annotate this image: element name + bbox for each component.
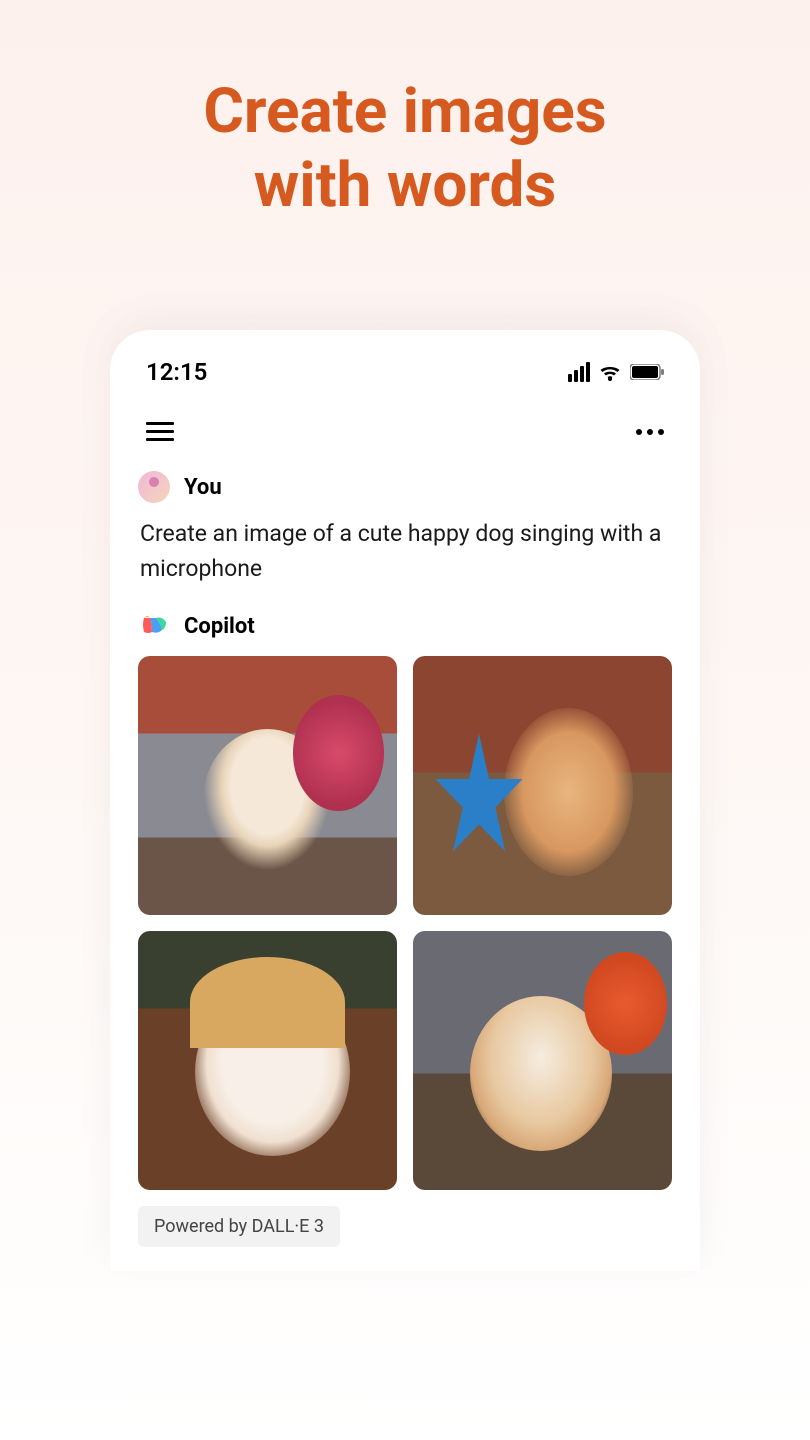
more-options-icon[interactable] <box>636 429 664 435</box>
copilot-logo-icon <box>138 610 170 642</box>
nav-bar <box>138 410 672 471</box>
status-time: 12:15 <box>146 358 207 386</box>
phone-mockup: 12:15 <box>110 330 700 1271</box>
generated-image-grid <box>138 656 672 1190</box>
assistant-message: Copilot Powered by DALL·E 3 <box>138 610 672 1247</box>
headline-line2: with words <box>0 149 810 223</box>
cellular-signal-icon <box>568 362 590 382</box>
user-message: You Create an image of a cute happy dog … <box>138 471 672 586</box>
user-avatar-icon <box>138 471 170 503</box>
status-icons <box>568 362 664 382</box>
headline-line1: Create images <box>0 75 810 149</box>
assistant-message-header: Copilot <box>138 610 672 642</box>
generated-image[interactable] <box>413 931 672 1190</box>
hamburger-menu-icon[interactable] <box>146 422 174 441</box>
generated-image[interactable] <box>413 656 672 915</box>
generated-image[interactable] <box>138 931 397 1190</box>
powered-by-badge: Powered by DALL·E 3 <box>138 1206 340 1247</box>
status-bar: 12:15 <box>138 358 672 410</box>
wifi-icon <box>598 362 622 382</box>
generated-image[interactable] <box>138 656 397 915</box>
user-message-text: Create an image of a cute happy dog sing… <box>138 517 672 586</box>
user-sender-label: You <box>184 475 222 500</box>
promo-headline: Create images with words <box>0 0 810 224</box>
battery-icon <box>630 364 664 380</box>
assistant-sender-label: Copilot <box>184 614 255 639</box>
user-message-header: You <box>138 471 672 503</box>
